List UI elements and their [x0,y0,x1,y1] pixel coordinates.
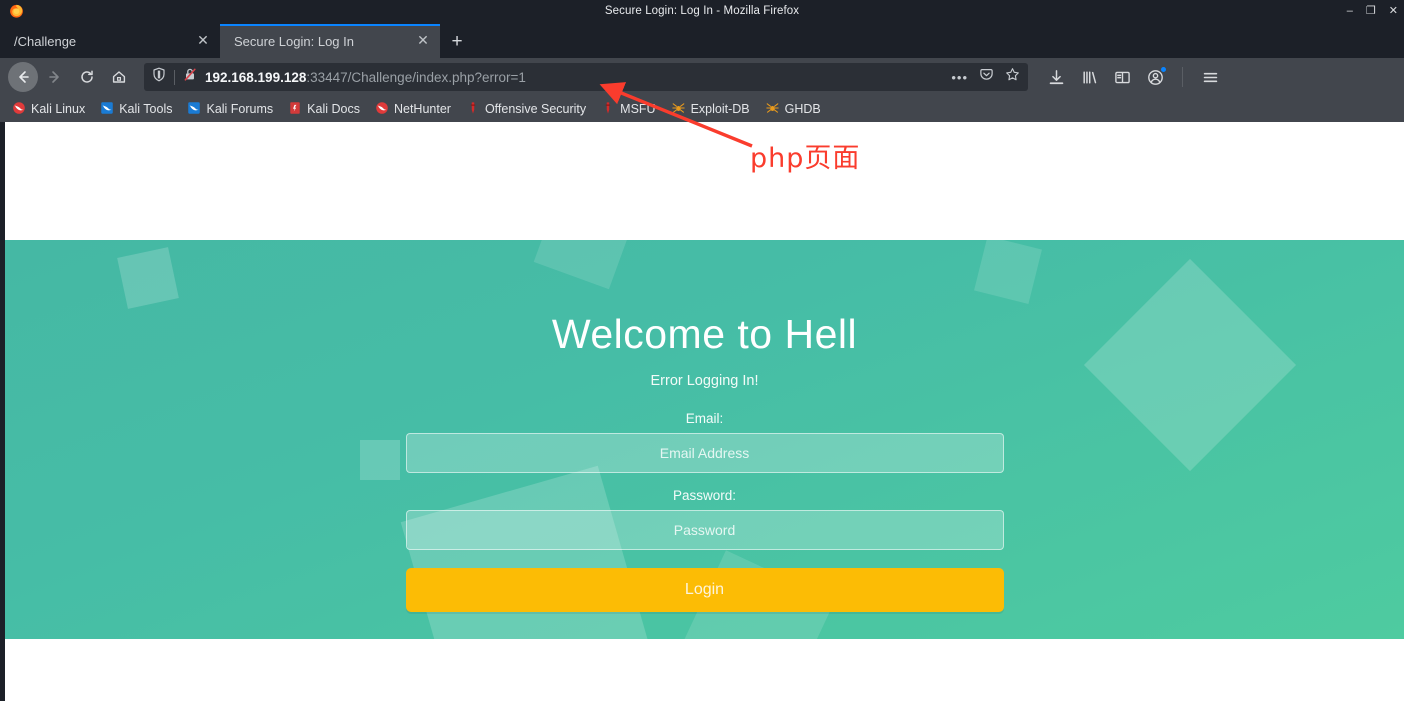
page-actions-button[interactable]: ••• [951,70,968,85]
spider-icon [671,101,686,118]
login-form: Email: Password: Login [405,411,1004,612]
bookmark-label: Kali Forums [206,102,274,116]
bookmark-label: GHDB [784,102,821,116]
hamburger-menu-icon[interactable] [1200,67,1220,87]
browser-tab-challenge[interactable]: /Challenge ✕ [0,24,220,58]
download-icon[interactable] [1046,67,1066,87]
window-title-bar: Secure Login: Log In - Mozilla Firefox –… [0,0,1404,22]
back-button[interactable] [8,62,38,92]
page-bottom-whitespace [5,639,1404,701]
star-icon[interactable] [1005,67,1020,87]
bookmark-kali-forums[interactable]: Kali Forums [181,99,279,120]
bookmark-kali-linux[interactable]: Kali Linux [6,99,91,120]
library-icon[interactable] [1079,67,1099,87]
kali-book-icon [288,101,302,118]
urlbar-divider [174,69,175,85]
url-host: 192.168.199.128 [205,69,307,85]
offsec-tower-icon [466,101,480,118]
kali-dragon-red-icon [375,101,389,118]
pocket-icon[interactable] [979,67,994,87]
page-title: Welcome to Hell [551,311,858,357]
bookmark-label: Offensive Security [484,102,587,116]
lock-crossed-icon[interactable] [183,67,197,87]
bookmark-label: Exploit-DB [690,102,750,116]
new-tab-button[interactable]: + [440,24,474,58]
bookmark-nethunter[interactable]: NetHunter [369,99,457,120]
email-label: Email: [685,411,724,426]
toolbar-right-icons [1036,66,1220,87]
navigation-toolbar: 192.168.199.128:33447/Challenge/index.ph… [0,58,1404,96]
bookmark-exploit-db[interactable]: Exploit-DB [665,99,756,120]
kali-dragon-red-icon [12,101,26,118]
kali-dragon-blue-icon [187,101,201,118]
bookmark-kali-tools[interactable]: Kali Tools [94,99,178,120]
close-window-button[interactable]: ✕ [1389,5,1398,17]
tab-close-icon[interactable]: ✕ [194,32,212,50]
account-badge [1160,66,1167,73]
bookmark-offensive-security[interactable]: Offensive Security [460,99,592,120]
login-content: Welcome to Hell Error Logging In! Email:… [5,240,1404,639]
bookmark-label: Kali Tools [119,102,173,116]
login-hero-section: Welcome to Hell Error Logging In! Email:… [5,240,1404,639]
tab-label: Secure Login: Log In [234,33,354,49]
firefox-logo-icon [8,2,25,19]
account-icon[interactable] [1145,66,1167,87]
login-button[interactable]: Login [405,568,1004,612]
page-viewport: Welcome to Hell Error Logging In! Email:… [0,122,1404,701]
password-field[interactable] [405,510,1004,550]
minimize-button[interactable]: – [1347,5,1353,17]
url-text[interactable]: 192.168.199.128:33447/Challenge/index.ph… [205,70,943,85]
reload-button[interactable] [72,62,102,92]
bookmark-kali-docs[interactable]: Kali Docs [282,99,366,120]
kali-dragon-blue-icon [100,101,114,118]
bookmark-label: Kali Linux [31,102,86,116]
address-bar[interactable]: 192.168.199.128:33447/Challenge/index.ph… [144,63,1028,91]
maximize-button[interactable]: ❐ [1366,5,1376,17]
page-top-whitespace [5,122,1404,240]
bookmark-ghdb[interactable]: GHDB [759,99,827,120]
bookmark-label: MSFU [620,102,656,116]
spider-icon [765,101,780,118]
window-title: Secure Login: Log In - Mozilla Firefox [604,5,800,17]
shield-icon[interactable] [152,67,166,87]
toolbar-divider [1182,67,1183,87]
password-label: Password: [672,488,737,503]
tab-strip: /Challenge ✕ Secure Login: Log In ✕ + [0,22,1404,58]
url-path: :33447/Challenge/index.php?error=1 [306,69,526,85]
tab-close-icon[interactable]: ✕ [414,32,432,50]
sidebar-icon[interactable] [1112,67,1132,87]
bookmark-msfu[interactable]: MSFU [595,99,661,120]
forward-button[interactable] [40,62,70,92]
bookmarks-toolbar: Kali Linux Kali Tools Kali Forums Kali D… [0,96,1404,122]
bookmark-label: Kali Docs [307,102,360,116]
error-message: Error Logging In! [650,373,759,389]
bookmark-label: NetHunter [393,102,451,116]
offsec-tower-icon [601,101,615,118]
email-field[interactable] [405,433,1004,473]
home-button[interactable] [104,62,134,92]
window-controls: – ❐ ✕ [1347,0,1398,22]
browser-tab-secure-login[interactable]: Secure Login: Log In ✕ [220,24,440,58]
tab-label: /Challenge [14,33,77,49]
